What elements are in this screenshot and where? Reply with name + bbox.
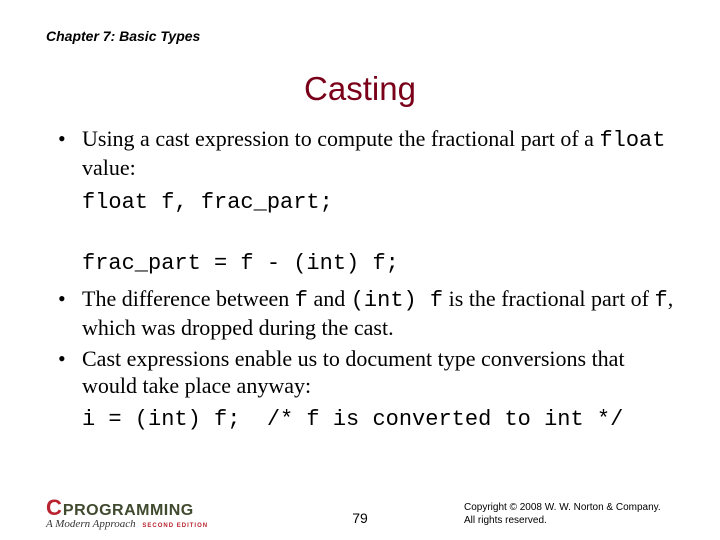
inline-code: f — [655, 288, 668, 313]
slide: Chapter 7: Basic Types Casting Using a c… — [0, 0, 720, 540]
page-number: 79 — [352, 510, 368, 526]
copyright-line: All rights reserved. — [464, 514, 674, 527]
bullet-text: value: — [82, 155, 136, 180]
bullet-text: is the fractional part of — [443, 286, 654, 311]
bullet-list: Using a cast expression to compute the f… — [54, 126, 674, 182]
inline-code: float — [599, 128, 665, 153]
slide-title: Casting — [46, 70, 674, 108]
inline-code: (int) f — [351, 288, 443, 313]
logo-edition: SECOND EDITION — [142, 523, 208, 529]
bullet-text: Using a cast expression to compute the f… — [82, 126, 599, 151]
code-block: float f, frac_part; frac_part = f - (int… — [82, 188, 674, 280]
copyright: Copyright © 2008 W. W. Norton & Company.… — [464, 501, 674, 527]
bullet-text: Cast expressions enable us to document t… — [82, 346, 625, 398]
logo-subtitle: A Modern Approach — [46, 518, 136, 530]
logo-top-row: C PROGRAMMING — [46, 497, 208, 519]
bullet-text: and — [308, 286, 351, 311]
bullet-item: Using a cast expression to compute the f… — [54, 126, 674, 182]
code-block: i = (int) f; /* f is converted to int */ — [82, 405, 674, 436]
logo-c: C — [46, 497, 61, 519]
copyright-line: Copyright © 2008 W. W. Norton & Company. — [464, 501, 674, 514]
inline-code: f — [295, 288, 308, 313]
logo-sub-row: A Modern Approach SECOND EDITION — [46, 519, 208, 530]
book-logo: C PROGRAMMING A Modern Approach SECOND E… — [46, 497, 208, 530]
bullet-item: Cast expressions enable us to document t… — [54, 346, 674, 400]
bullet-text: The difference between — [82, 286, 295, 311]
bullet-item: The difference between f and (int) f is … — [54, 286, 674, 342]
bullet-list: The difference between f and (int) f is … — [54, 286, 674, 399]
footer: C PROGRAMMING A Modern Approach SECOND E… — [46, 497, 674, 530]
logo-programming: PROGRAMMING — [63, 503, 194, 519]
chapter-label: Chapter 7: Basic Types — [46, 28, 674, 44]
